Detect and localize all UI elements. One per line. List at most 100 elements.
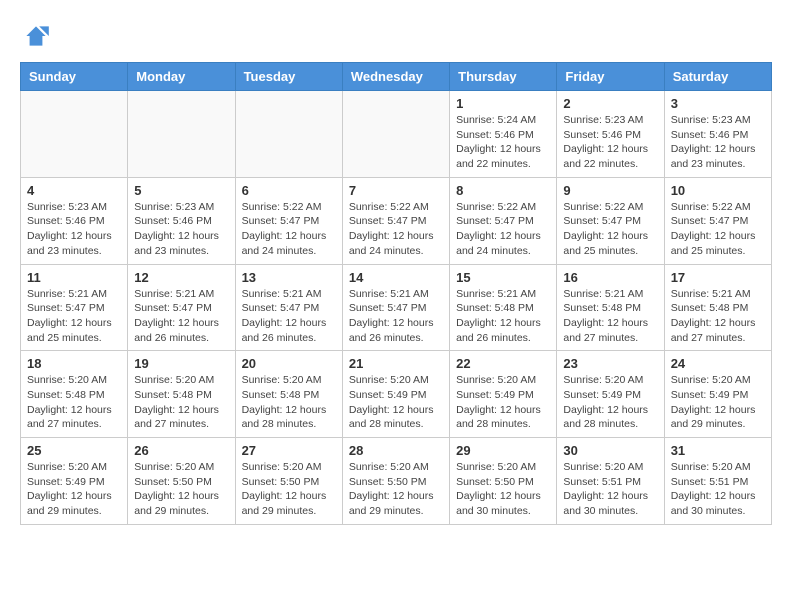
day-info: Sunrise: 5:21 AM Sunset: 5:47 PM Dayligh… bbox=[349, 287, 443, 346]
day-number: 16 bbox=[563, 270, 657, 285]
calendar-cell: 5 Sunrise: 5:23 AM Sunset: 5:46 PM Daylig… bbox=[128, 177, 235, 264]
calendar-cell bbox=[235, 91, 342, 178]
day-number: 18 bbox=[27, 356, 121, 371]
day-info: Sunrise: 5:20 AM Sunset: 5:48 PM Dayligh… bbox=[242, 373, 336, 432]
day-info: Sunrise: 5:20 AM Sunset: 5:48 PM Dayligh… bbox=[134, 373, 228, 432]
calendar-cell: 3 Sunrise: 5:23 AM Sunset: 5:46 PM Daylig… bbox=[664, 91, 771, 178]
calendar-cell: 22Sunrise: 5:20 AM Sunset: 5:49 PM Dayli… bbox=[450, 351, 557, 438]
weekday-header-saturday: Saturday bbox=[664, 63, 771, 91]
day-number: 11 bbox=[27, 270, 121, 285]
day-info: Sunrise: 5:20 AM Sunset: 5:50 PM Dayligh… bbox=[349, 460, 443, 519]
calendar-cell: 19Sunrise: 5:20 AM Sunset: 5:48 PM Dayli… bbox=[128, 351, 235, 438]
day-info: Sunrise: 5:23 AM Sunset: 5:46 PM Dayligh… bbox=[563, 113, 657, 172]
day-info: Sunrise: 5:20 AM Sunset: 5:50 PM Dayligh… bbox=[242, 460, 336, 519]
calendar-cell: 30 Sunrise: 5:20 AM Sunset: 5:51 PM Dayli… bbox=[557, 438, 664, 525]
day-info: Sunrise: 5:21 AM Sunset: 5:47 PM Dayligh… bbox=[134, 287, 228, 346]
day-number: 5 bbox=[134, 183, 228, 198]
day-number: 29 bbox=[456, 443, 550, 458]
day-number: 12 bbox=[134, 270, 228, 285]
day-number: 26 bbox=[134, 443, 228, 458]
day-info: Sunrise: 5:23 AM Sunset: 5:46 PM Dayligh… bbox=[27, 200, 121, 259]
calendar-cell: 14 Sunrise: 5:21 AM Sunset: 5:47 PM Dayli… bbox=[342, 264, 449, 351]
day-number: 3 bbox=[671, 96, 765, 111]
day-info: Sunrise: 5:21 AM Sunset: 5:48 PM Dayligh… bbox=[563, 287, 657, 346]
weekday-header-thursday: Thursday bbox=[450, 63, 557, 91]
calendar-week-1: 1 Sunrise: 5:24 AM Sunset: 5:46 PM Daylig… bbox=[21, 91, 772, 178]
calendar-cell: 12 Sunrise: 5:21 AM Sunset: 5:47 PM Dayli… bbox=[128, 264, 235, 351]
day-info: Sunrise: 5:23 AM Sunset: 5:46 PM Dayligh… bbox=[671, 113, 765, 172]
day-number: 7 bbox=[349, 183, 443, 198]
calendar-cell: 27 Sunrise: 5:20 AM Sunset: 5:50 PM Dayli… bbox=[235, 438, 342, 525]
weekday-header-friday: Friday bbox=[557, 63, 664, 91]
day-info: Sunrise: 5:21 AM Sunset: 5:48 PM Dayligh… bbox=[671, 287, 765, 346]
calendar-cell: 6 Sunrise: 5:22 AM Sunset: 5:47 PM Daylig… bbox=[235, 177, 342, 264]
calendar-cell: 16 Sunrise: 5:21 AM Sunset: 5:48 PM Dayli… bbox=[557, 264, 664, 351]
day-number: 17 bbox=[671, 270, 765, 285]
calendar-cell: 29 Sunrise: 5:20 AM Sunset: 5:50 PM Dayli… bbox=[450, 438, 557, 525]
day-info: Sunrise: 5:22 AM Sunset: 5:47 PM Dayligh… bbox=[671, 200, 765, 259]
day-number: 15 bbox=[456, 270, 550, 285]
day-number: 20 bbox=[242, 356, 336, 371]
calendar-cell: 24Sunrise: 5:20 AM Sunset: 5:49 PM Dayli… bbox=[664, 351, 771, 438]
calendar-cell: 20 Sunrise: 5:20 AM Sunset: 5:48 PM Dayli… bbox=[235, 351, 342, 438]
calendar-cell: 18 Sunrise: 5:20 AM Sunset: 5:48 PM Dayli… bbox=[21, 351, 128, 438]
calendar-header-row: SundayMondayTuesdayWednesdayThursdayFrid… bbox=[21, 63, 772, 91]
calendar-cell: 2Sunrise: 5:23 AM Sunset: 5:46 PM Daylig… bbox=[557, 91, 664, 178]
calendar-cell: 25 Sunrise: 5:20 AM Sunset: 5:49 PM Dayli… bbox=[21, 438, 128, 525]
weekday-header-wednesday: Wednesday bbox=[342, 63, 449, 91]
day-info: Sunrise: 5:20 AM Sunset: 5:51 PM Dayligh… bbox=[671, 460, 765, 519]
day-number: 1 bbox=[456, 96, 550, 111]
day-number: 6 bbox=[242, 183, 336, 198]
calendar-cell bbox=[21, 91, 128, 178]
day-number: 27 bbox=[242, 443, 336, 458]
calendar-cell: 10 Sunrise: 5:22 AM Sunset: 5:47 PM Dayli… bbox=[664, 177, 771, 264]
calendar-cell: 9 Sunrise: 5:22 AM Sunset: 5:47 PM Daylig… bbox=[557, 177, 664, 264]
day-info: Sunrise: 5:22 AM Sunset: 5:47 PM Dayligh… bbox=[349, 200, 443, 259]
day-number: 14 bbox=[349, 270, 443, 285]
calendar-cell: 21 Sunrise: 5:20 AM Sunset: 5:49 PM Dayli… bbox=[342, 351, 449, 438]
calendar-week-3: 11 Sunrise: 5:21 AM Sunset: 5:47 PM Dayli… bbox=[21, 264, 772, 351]
calendar-cell: 26 Sunrise: 5:20 AM Sunset: 5:50 PM Dayli… bbox=[128, 438, 235, 525]
day-info: Sunrise: 5:22 AM Sunset: 5:47 PM Dayligh… bbox=[456, 200, 550, 259]
day-info: Sunrise: 5:24 AM Sunset: 5:46 PM Dayligh… bbox=[456, 113, 550, 172]
day-number: 21 bbox=[349, 356, 443, 371]
day-number: 23 bbox=[563, 356, 657, 371]
weekday-header-tuesday: Tuesday bbox=[235, 63, 342, 91]
calendar-cell: 13Sunrise: 5:21 AM Sunset: 5:47 PM Dayli… bbox=[235, 264, 342, 351]
day-number: 28 bbox=[349, 443, 443, 458]
day-info: Sunrise: 5:22 AM Sunset: 5:47 PM Dayligh… bbox=[563, 200, 657, 259]
day-number: 8 bbox=[456, 183, 550, 198]
calendar-cell: 7 Sunrise: 5:22 AM Sunset: 5:47 PM Daylig… bbox=[342, 177, 449, 264]
day-info: Sunrise: 5:20 AM Sunset: 5:49 PM Dayligh… bbox=[349, 373, 443, 432]
day-number: 4 bbox=[27, 183, 121, 198]
weekday-header-monday: Monday bbox=[128, 63, 235, 91]
calendar-week-2: 4 Sunrise: 5:23 AM Sunset: 5:46 PM Daylig… bbox=[21, 177, 772, 264]
calendar-cell: 8 Sunrise: 5:22 AM Sunset: 5:47 PM Daylig… bbox=[450, 177, 557, 264]
day-info: Sunrise: 5:20 AM Sunset: 5:50 PM Dayligh… bbox=[134, 460, 228, 519]
day-info: Sunrise: 5:20 AM Sunset: 5:49 PM Dayligh… bbox=[27, 460, 121, 519]
page-header bbox=[20, 20, 772, 52]
calendar-week-5: 25 Sunrise: 5:20 AM Sunset: 5:49 PM Dayli… bbox=[21, 438, 772, 525]
calendar-cell: 31Sunrise: 5:20 AM Sunset: 5:51 PM Dayli… bbox=[664, 438, 771, 525]
day-number: 24 bbox=[671, 356, 765, 371]
day-info: Sunrise: 5:20 AM Sunset: 5:49 PM Dayligh… bbox=[563, 373, 657, 432]
calendar-cell: 4 Sunrise: 5:23 AM Sunset: 5:46 PM Daylig… bbox=[21, 177, 128, 264]
day-number: 30 bbox=[563, 443, 657, 458]
calendar-cell: 28 Sunrise: 5:20 AM Sunset: 5:50 PM Dayli… bbox=[342, 438, 449, 525]
weekday-header-sunday: Sunday bbox=[21, 63, 128, 91]
day-info: Sunrise: 5:23 AM Sunset: 5:46 PM Dayligh… bbox=[134, 200, 228, 259]
calendar-cell bbox=[128, 91, 235, 178]
calendar: SundayMondayTuesdayWednesdayThursdayFrid… bbox=[20, 62, 772, 525]
day-info: Sunrise: 5:21 AM Sunset: 5:48 PM Dayligh… bbox=[456, 287, 550, 346]
calendar-week-4: 18 Sunrise: 5:20 AM Sunset: 5:48 PM Dayli… bbox=[21, 351, 772, 438]
day-info: Sunrise: 5:21 AM Sunset: 5:47 PM Dayligh… bbox=[27, 287, 121, 346]
calendar-cell: 11 Sunrise: 5:21 AM Sunset: 5:47 PM Dayli… bbox=[21, 264, 128, 351]
day-info: Sunrise: 5:20 AM Sunset: 5:51 PM Dayligh… bbox=[563, 460, 657, 519]
day-number: 25 bbox=[27, 443, 121, 458]
calendar-cell: 17 Sunrise: 5:21 AM Sunset: 5:48 PM Dayli… bbox=[664, 264, 771, 351]
day-info: Sunrise: 5:20 AM Sunset: 5:48 PM Dayligh… bbox=[27, 373, 121, 432]
day-info: Sunrise: 5:22 AM Sunset: 5:47 PM Dayligh… bbox=[242, 200, 336, 259]
day-info: Sunrise: 5:20 AM Sunset: 5:50 PM Dayligh… bbox=[456, 460, 550, 519]
day-number: 10 bbox=[671, 183, 765, 198]
day-number: 9 bbox=[563, 183, 657, 198]
